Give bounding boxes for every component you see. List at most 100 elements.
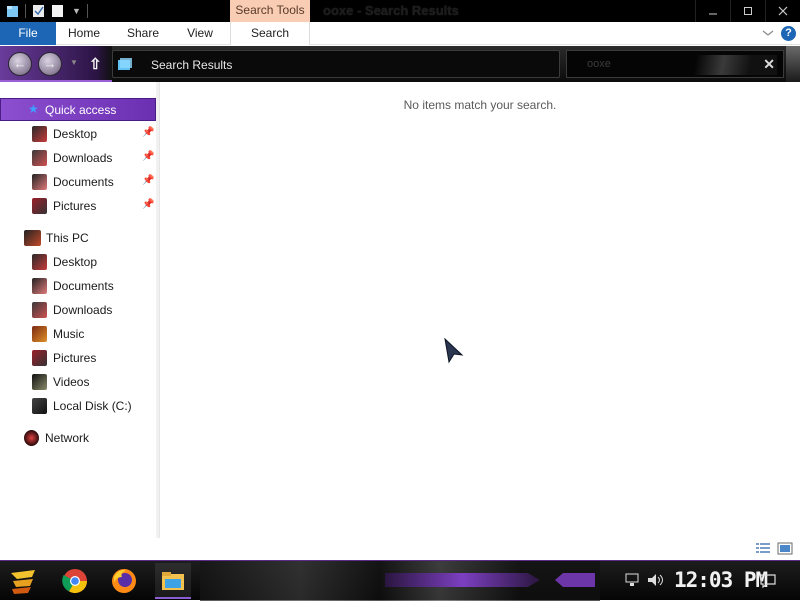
sidebar-item-label: Documents [53, 279, 114, 293]
clear-search-icon[interactable]: ✕ [763, 56, 775, 73]
taskbar-decoration [555, 573, 595, 587]
firefox-icon[interactable] [110, 567, 138, 595]
status-bar [0, 538, 800, 560]
network-status-icon[interactable] [624, 573, 640, 590]
sidebar-item-qa-documents[interactable]: Documents 📌 [0, 172, 156, 192]
start-button[interactable] [8, 567, 36, 595]
sidebar-item-label: This PC [46, 231, 89, 245]
sidebar-item-label: Quick access [45, 103, 117, 117]
address-bar-row: ← → ▼ ⇧ Search Results ooxe ✕ [0, 46, 800, 82]
empty-results-message: No items match your search. [403, 98, 557, 112]
maximize-button[interactable] [730, 0, 765, 22]
sidebar-item-pc-desktop[interactable]: Desktop [0, 252, 156, 272]
sidebar-item-qa-desktop[interactable]: Desktop 📌 [0, 124, 156, 144]
sidebar-item-pc-documents[interactable]: Documents [0, 276, 156, 296]
nav-pane-scroll-strip[interactable] [156, 82, 159, 538]
back-arrow-icon: ← [13, 56, 27, 71]
videos-icon [32, 374, 47, 390]
sidebar-item-qa-pictures[interactable]: Pictures 📌 [0, 196, 156, 216]
ribbon-tabs: File Home Share View Search ? [0, 22, 800, 45]
sidebar-item-label: Pictures [53, 351, 97, 365]
desktop-icon [32, 126, 47, 142]
sidebar-item-this-pc[interactable]: This PC [0, 228, 156, 248]
action-center-icon[interactable] [759, 573, 777, 592]
window-title: ooxe - Search Results [323, 3, 459, 18]
address-field[interactable]: Search Results [112, 50, 560, 78]
sidebar-item-label: Music [53, 327, 85, 341]
sidebar-item-pc-videos[interactable]: Videos [0, 372, 156, 392]
tab-view[interactable]: View [178, 22, 222, 45]
pictures-icon [32, 198, 47, 214]
sidebar-item-label: Videos [53, 375, 90, 389]
pin-icon[interactable]: 📌 [142, 151, 154, 162]
back-button[interactable]: ← [8, 52, 32, 76]
sidebar-item-label: Pictures [53, 199, 97, 213]
explorer-window-icon[interactable] [5, 4, 19, 19]
tab-home[interactable]: Home [60, 22, 108, 45]
sidebar-item-pc-pictures[interactable]: Pictures [0, 348, 156, 368]
file-explorer-icon[interactable] [159, 567, 187, 595]
sidebar-item-label: Local Disk (C:) [53, 399, 132, 413]
search-tools-group-label: Search Tools [230, 0, 310, 22]
separator [86, 4, 88, 18]
search-folder-icon [117, 57, 133, 71]
network-icon [24, 430, 39, 446]
drive-icon [32, 398, 47, 414]
close-button[interactable] [765, 0, 800, 22]
taskbar: 12:03 PM [0, 560, 800, 601]
sidebar-item-pc-downloads[interactable]: Downloads [0, 300, 156, 320]
sidebar-item-pc-local-disk[interactable]: Local Disk (C:) [0, 396, 156, 416]
large-icons-view-icon[interactable] [777, 542, 793, 555]
details-view-icon[interactable] [755, 542, 771, 555]
chrome-icon[interactable] [61, 567, 89, 595]
sidebar-item-quick-access[interactable]: ★ Quick access [0, 98, 156, 121]
search-input[interactable]: ooxe ✕ [566, 50, 784, 78]
pin-icon[interactable]: 📌 [142, 199, 154, 210]
mouse-cursor-icon [444, 337, 464, 367]
pin-icon[interactable]: 📌 [142, 175, 154, 186]
desktop-icon [32, 254, 47, 270]
pictures-icon [32, 350, 47, 366]
properties-icon[interactable] [31, 4, 45, 19]
navigation-pane: ★ Quick access Desktop 📌 Downloads 📌 Doc… [0, 82, 160, 538]
sidebar-item-label: Desktop [53, 255, 98, 269]
star-icon: ★ [28, 102, 39, 116]
forward-arrow-icon: → [43, 56, 57, 71]
recent-locations-dropdown-icon[interactable]: ▼ [70, 58, 78, 67]
sidebar-item-pc-music[interactable]: Music [0, 324, 156, 344]
address-bar-edge [786, 46, 800, 82]
taskbar-decoration [385, 573, 540, 587]
separator [25, 4, 26, 18]
downloads-icon [32, 150, 47, 166]
tab-file[interactable]: File [0, 22, 56, 45]
up-arrow-icon[interactable]: ⇧ [89, 55, 102, 73]
sidebar-item-label: Downloads [53, 303, 113, 317]
documents-icon [32, 278, 47, 294]
music-icon [32, 326, 47, 342]
quick-access-toolbar: ▼ [0, 0, 88, 22]
window-controls [695, 0, 800, 22]
computer-icon [24, 230, 41, 246]
expand-ribbon-icon[interactable] [762, 27, 774, 41]
minimize-button[interactable] [695, 0, 730, 22]
forward-button[interactable]: → [38, 52, 62, 76]
file-list-area[interactable]: No items match your search. [160, 82, 800, 538]
search-query: ooxe [587, 58, 611, 70]
tab-search[interactable]: Search [230, 22, 310, 45]
customize-qat-icon[interactable]: ▼ [72, 6, 81, 16]
sidebar-item-label: Documents [53, 175, 114, 189]
tab-share[interactable]: Share [118, 22, 168, 45]
taskbar-clock[interactable]: 12:03 PM [674, 568, 768, 592]
sidebar-item-qa-downloads[interactable]: Downloads 📌 [0, 148, 156, 168]
help-icon[interactable]: ? [781, 26, 796, 41]
address-path: Search Results [151, 58, 233, 72]
sidebar-item-label: Desktop [53, 127, 98, 141]
documents-icon [32, 174, 47, 190]
sidebar-item-label: Network [45, 431, 90, 445]
new-folder-icon[interactable] [50, 4, 64, 19]
volume-icon[interactable] [647, 573, 665, 590]
sidebar-item-network[interactable]: Network [0, 428, 156, 448]
pin-icon[interactable]: 📌 [142, 127, 154, 138]
sidebar-item-label: Downloads [53, 151, 113, 165]
title-bar: ▼ Search Tools ooxe - Search Results [0, 0, 800, 22]
